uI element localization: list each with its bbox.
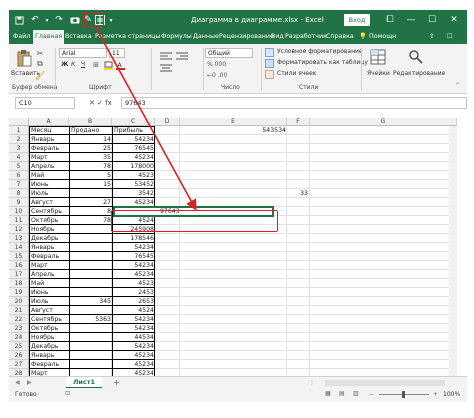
excel-window: ↶ ▾ ↷ ✎ ▾ Диаграмма в диаграмме.xlsx - E… [0, 0, 474, 418]
annotation-arrow [95, 27, 197, 211]
